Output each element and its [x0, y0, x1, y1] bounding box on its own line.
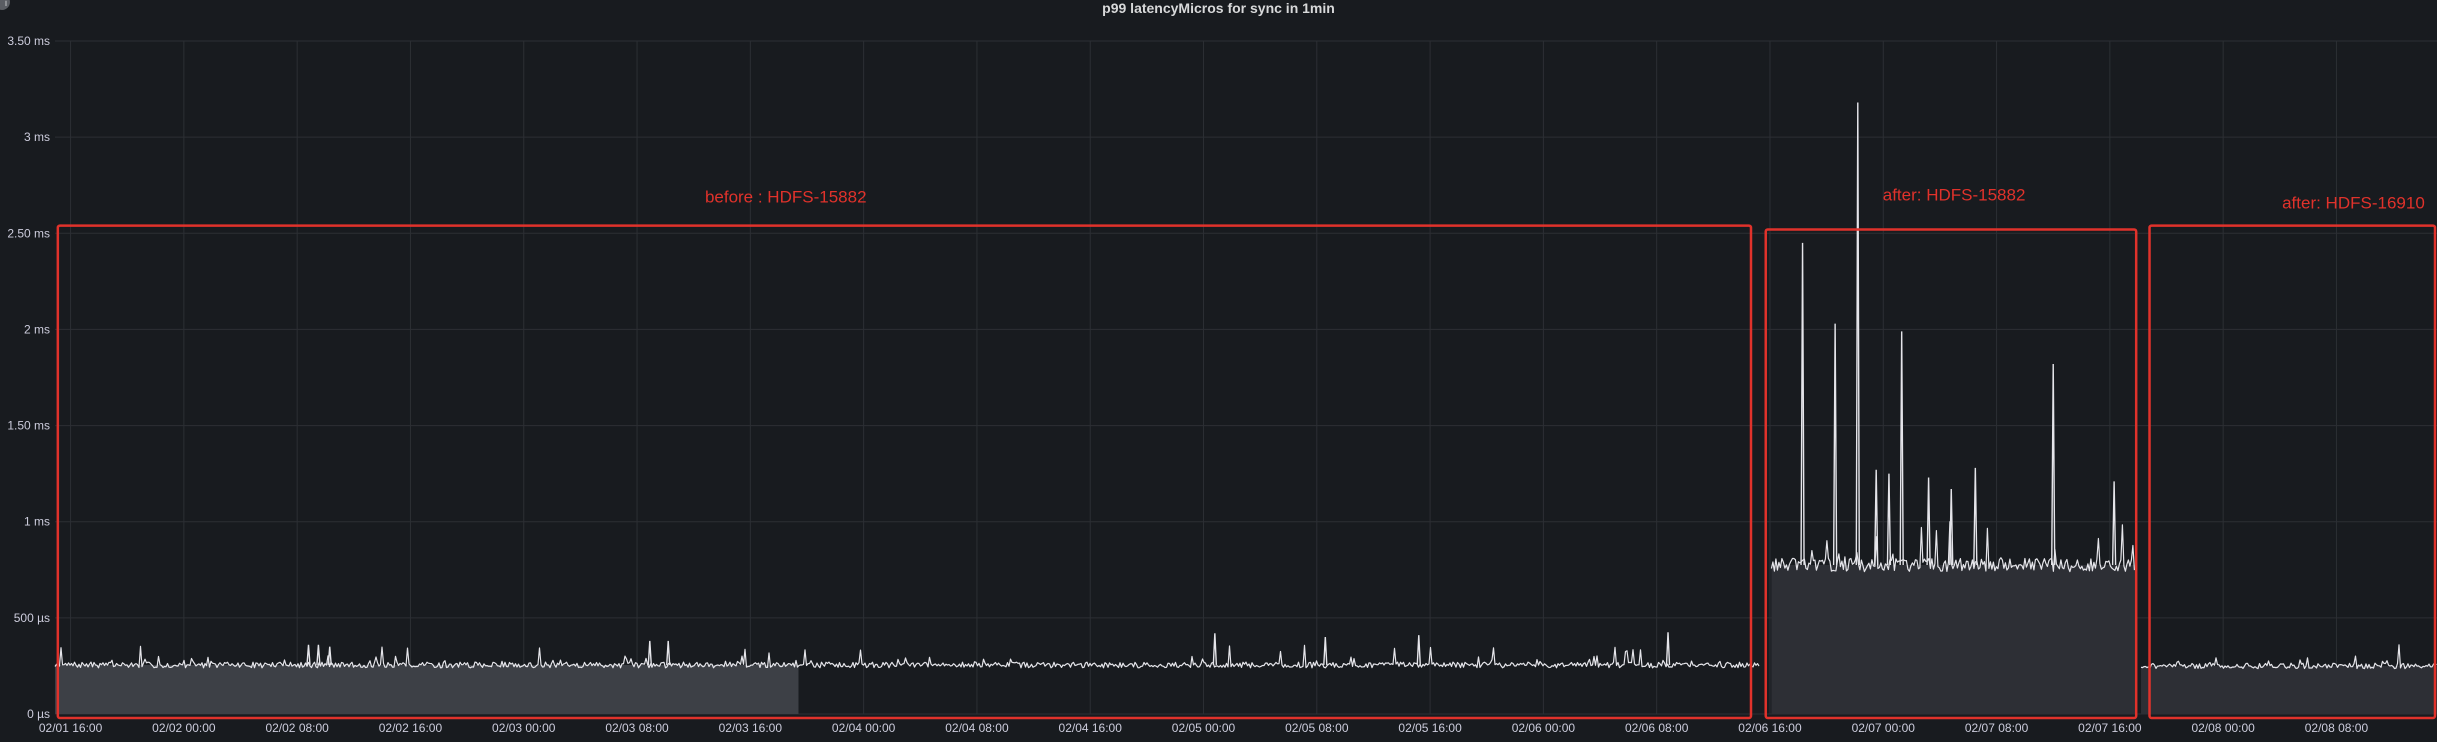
- series-segment: [2140, 644, 2437, 670]
- annotation-label: after: HDFS-15882: [1883, 186, 2026, 205]
- series-peak: [316, 644, 321, 666]
- x-tick-label: 02/07 16:00: [2078, 721, 2142, 735]
- x-tick-label: 02/06 00:00: [1512, 721, 1576, 735]
- area-fill: [55, 564, 2437, 714]
- y-tick-label: 2.50 ms: [7, 226, 50, 240]
- y-axis: 0 µs 500 µs 1 ms 1.50 ms 2 ms 2.50 ms 3 ms 3.50…: [7, 34, 50, 721]
- y-tick-label: 1 ms: [24, 515, 50, 529]
- x-tick-label: 02/04 08:00: [945, 721, 1009, 735]
- x-tick-label: 02/07 00:00: [1852, 721, 1916, 735]
- series-peak: [1899, 331, 1904, 565]
- x-tick-label: 02/03 00:00: [492, 721, 556, 735]
- x-tick-label: 02/06 08:00: [1625, 721, 1689, 735]
- series-peak: [2051, 364, 2056, 565]
- area-band: [1771, 564, 2136, 714]
- x-tick-label: 02/02 16:00: [379, 721, 443, 735]
- annotation-box: [56, 224, 1753, 720]
- series-peak: [1973, 467, 1978, 565]
- series-peak: [1212, 633, 1218, 666]
- y-tick-label: 2 ms: [24, 322, 50, 336]
- annotation-label: before : HDFS-15882: [705, 188, 867, 207]
- series-peak: [1323, 637, 1328, 666]
- series-peak: [1416, 635, 1421, 666]
- x-tick-label: 02/03 16:00: [719, 721, 783, 735]
- x-axis: 02/01 16:00 02/02 00:00 02/02 08:00 02/02 1…: [39, 721, 2369, 735]
- y-tick-label: 0 µs: [27, 707, 50, 721]
- x-tick-label: 02/08 00:00: [2191, 721, 2255, 735]
- x-tick-label: 02/05 16:00: [1398, 721, 1462, 735]
- series-peak: [1665, 632, 1671, 665]
- series-peak: [2111, 481, 2117, 565]
- x-tick-label: 02/08 08:00: [2305, 721, 2369, 735]
- series-peak: [647, 640, 652, 666]
- x-tick-label: 02/02 08:00: [265, 721, 329, 735]
- latency-chart: 0 µs 500 µs 1 ms 1.50 ms 2 ms 2.50 ms 3 ms 3.50…: [7, 34, 2437, 735]
- chart-panel: i p99 latencyMicros for sync in 1min 0 µ…: [0, 0, 2437, 742]
- area-band: [55, 664, 799, 714]
- x-tick-label: 02/06 16:00: [1738, 721, 1802, 735]
- series-peak: [1800, 242, 1805, 565]
- x-tick-label: 02/07 08:00: [1965, 721, 2029, 735]
- series-peak: [1855, 102, 1860, 565]
- y-tick-label: 500 µs: [14, 611, 50, 625]
- y-tick-label: 1.50 ms: [7, 419, 50, 433]
- y-tick-label: 3 ms: [24, 130, 50, 144]
- x-tick-label: 02/05 00:00: [1172, 721, 1236, 735]
- series-peak: [327, 646, 332, 666]
- y-tick-label: 3.50 ms: [7, 34, 50, 48]
- annotation-label: after: HDFS-16910: [2282, 193, 2425, 212]
- x-tick-label: 02/03 08:00: [605, 721, 669, 735]
- series-peak: [1886, 473, 1892, 565]
- x-tick-label: 02/04 00:00: [832, 721, 896, 735]
- x-tick-label: 02/05 08:00: [1285, 721, 1349, 735]
- area-band: [2141, 665, 2437, 714]
- annotation-box: [2148, 224, 2437, 720]
- series-peak: [666, 640, 671, 666]
- x-tick-label: 02/04 16:00: [1059, 721, 1123, 735]
- x-tick-label: 02/01 16:00: [39, 721, 103, 735]
- series-peak: [1832, 323, 1838, 565]
- x-tick-label: 02/02 00:00: [152, 721, 216, 735]
